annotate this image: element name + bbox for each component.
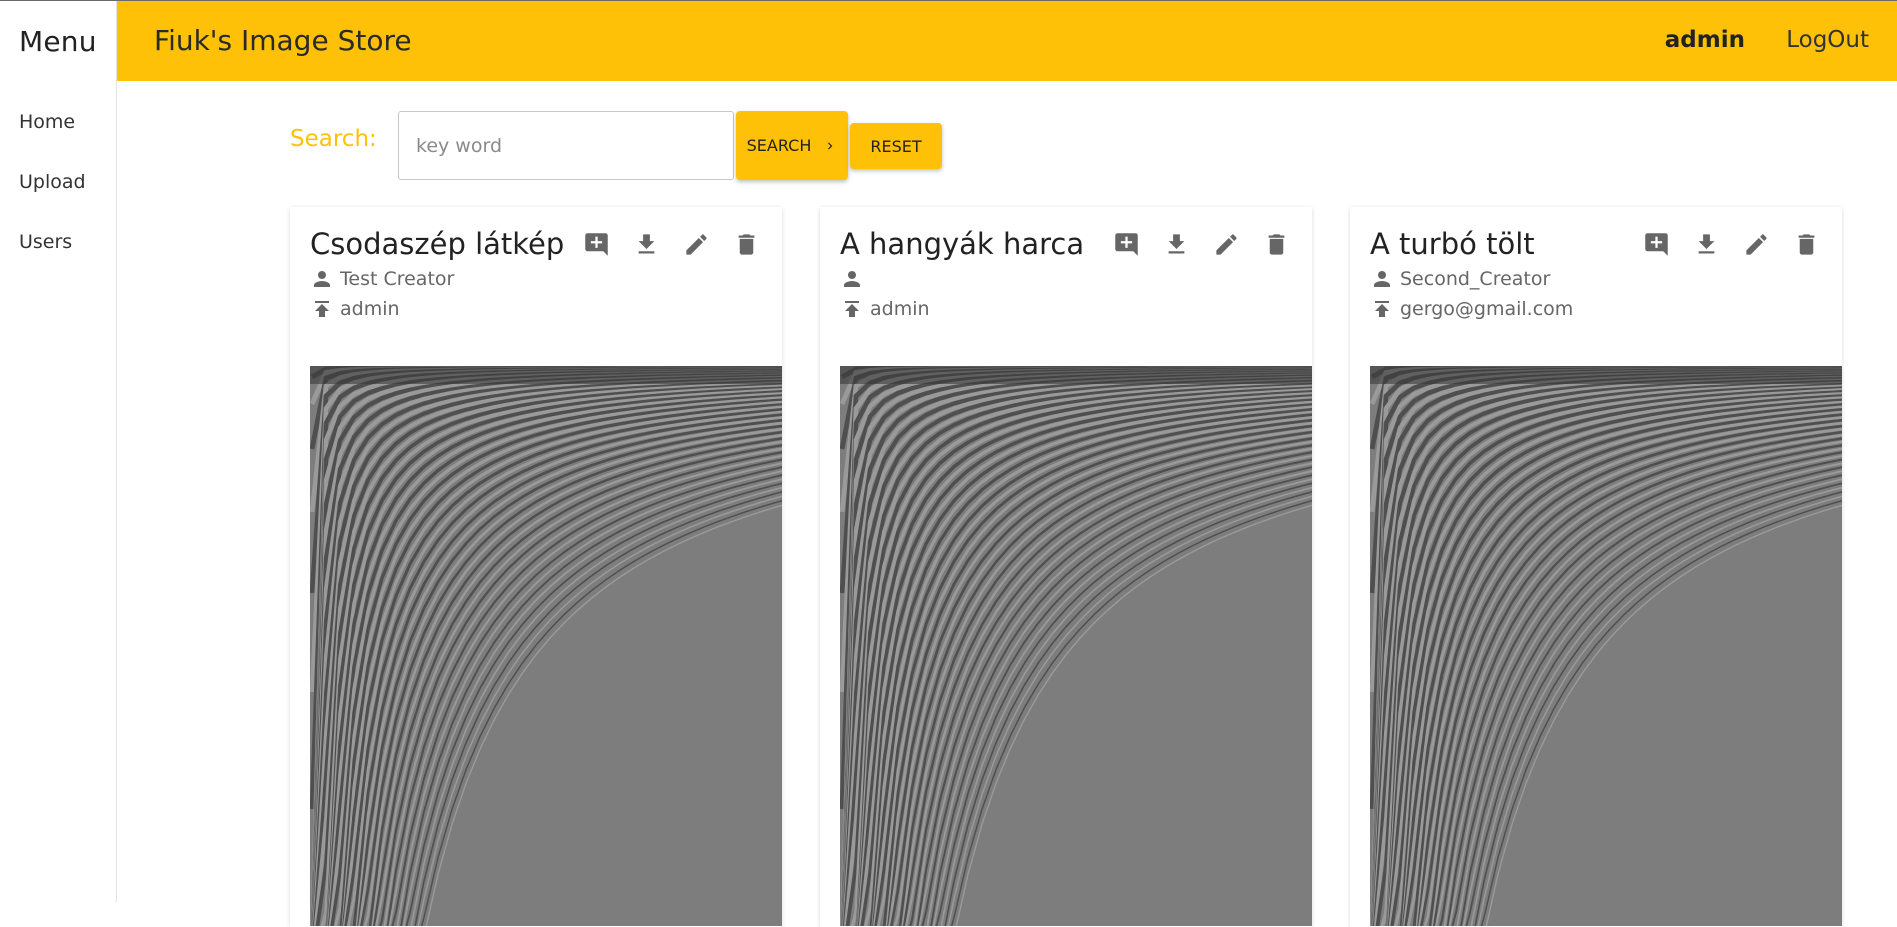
download-icon[interactable] bbox=[633, 231, 660, 258]
creator-name: Test Creator bbox=[340, 268, 455, 290]
edit-icon[interactable] bbox=[1213, 231, 1240, 258]
image-thumbnail[interactable] bbox=[1370, 366, 1842, 926]
image-title: A hangyák harca bbox=[840, 227, 1085, 261]
thumbnail-graphic bbox=[840, 366, 1312, 926]
thumbnail-edge bbox=[1370, 366, 1842, 384]
uploader-name: admin bbox=[870, 298, 930, 320]
add-comment-icon[interactable] bbox=[1113, 231, 1140, 258]
creator-row: Test Creator bbox=[310, 267, 454, 291]
download-icon[interactable] bbox=[1693, 231, 1720, 258]
image-title: A turbó tölt bbox=[1370, 227, 1535, 261]
person-icon bbox=[314, 271, 330, 287]
uploader-row: admin bbox=[840, 297, 930, 321]
image-card: Csodaszép látkép Test Creator admin bbox=[290, 207, 782, 927]
sidebar-item-home[interactable]: Home bbox=[19, 111, 75, 133]
upload-icon bbox=[1375, 301, 1389, 317]
search-input[interactable] bbox=[398, 111, 734, 180]
card-actions bbox=[1113, 231, 1290, 258]
upload-icon bbox=[315, 301, 329, 317]
delete-icon[interactable] bbox=[1793, 231, 1820, 258]
edit-icon[interactable] bbox=[683, 231, 710, 258]
image-card: A hangyák harca admin bbox=[820, 207, 1312, 927]
person-icon bbox=[844, 271, 860, 287]
creator-row bbox=[840, 267, 870, 291]
card-actions bbox=[583, 231, 760, 258]
image-card: A turbó tölt Second_Creator gergo@gmail.… bbox=[1350, 207, 1842, 927]
upload-icon bbox=[845, 301, 859, 317]
current-user: admin bbox=[1664, 27, 1745, 53]
add-comment-icon[interactable] bbox=[583, 231, 610, 258]
app-title: Fiuk's Image Store bbox=[154, 24, 412, 57]
thumbnail-graphic bbox=[310, 366, 782, 926]
sidebar-item-upload[interactable]: Upload bbox=[19, 171, 86, 193]
creator-name: Second_Creator bbox=[1400, 268, 1551, 290]
sidebar-title: Menu bbox=[19, 25, 97, 58]
search-button-label: SEARCH bbox=[746, 136, 812, 155]
uploader-name: admin bbox=[340, 298, 400, 320]
card-actions bbox=[1643, 231, 1820, 258]
chevron-right-icon bbox=[828, 142, 833, 149]
delete-icon[interactable] bbox=[733, 231, 760, 258]
creator-row: Second_Creator bbox=[1370, 267, 1550, 291]
image-title: Csodaszép látkép bbox=[310, 227, 565, 261]
uploader-row: gergo@gmail.com bbox=[1370, 297, 1573, 321]
image-thumbnail[interactable] bbox=[840, 366, 1312, 926]
header-bar: Fiuk's Image Store admin LogOut bbox=[117, 1, 1897, 81]
uploader-name: gergo@gmail.com bbox=[1400, 298, 1574, 320]
person-icon bbox=[1374, 271, 1390, 287]
thumbnail-edge bbox=[310, 366, 782, 384]
sidebar: Menu Home Upload Users bbox=[0, 1, 117, 902]
logout-link[interactable]: LogOut bbox=[1786, 27, 1869, 53]
sidebar-item-users[interactable]: Users bbox=[19, 231, 72, 253]
thumbnail-edge bbox=[840, 366, 1312, 384]
reset-button[interactable]: RESET bbox=[850, 123, 942, 169]
image-thumbnail[interactable] bbox=[310, 366, 782, 926]
thumbnail-graphic bbox=[1370, 366, 1842, 926]
add-comment-icon[interactable] bbox=[1643, 231, 1670, 258]
download-icon[interactable] bbox=[1163, 231, 1190, 258]
search-label: Search: bbox=[290, 126, 377, 152]
search-button[interactable]: SEARCH bbox=[736, 111, 848, 180]
delete-icon[interactable] bbox=[1263, 231, 1290, 258]
uploader-row: admin bbox=[310, 297, 400, 321]
edit-icon[interactable] bbox=[1743, 231, 1770, 258]
